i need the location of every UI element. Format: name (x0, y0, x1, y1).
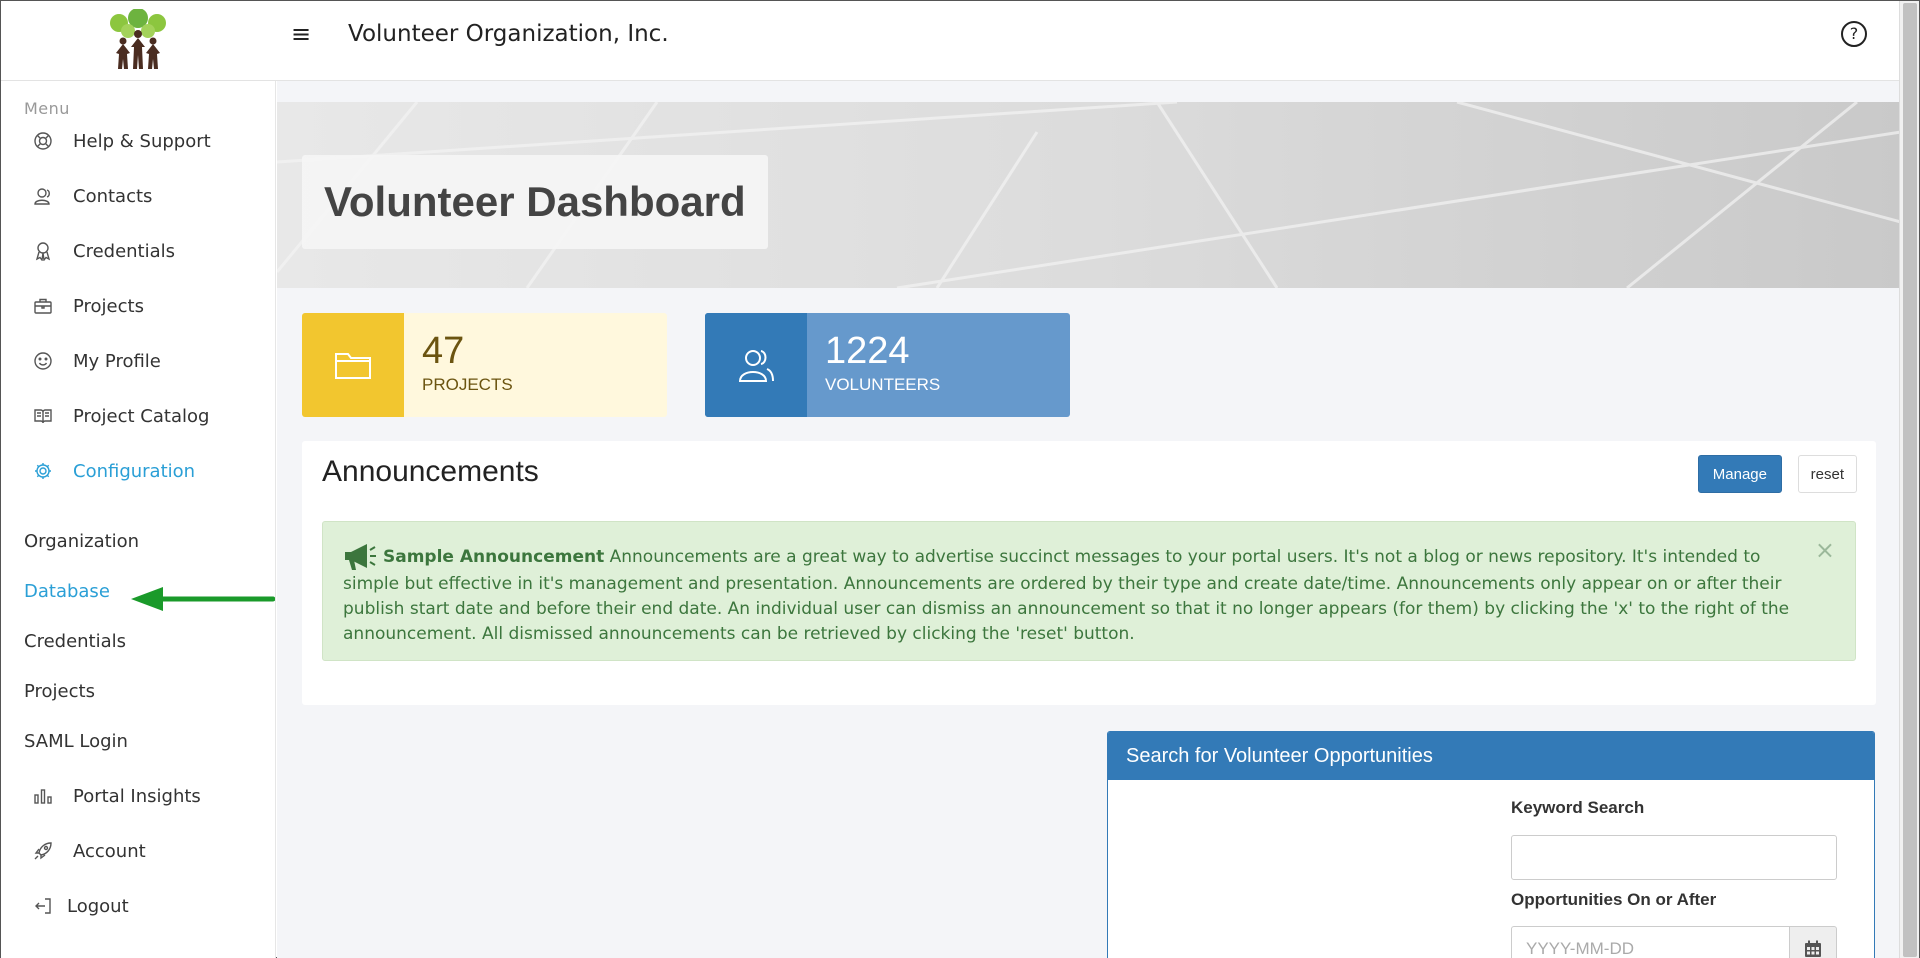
book-icon (31, 404, 55, 428)
main-content: Volunteer Dashboard 47 PROJECTS 1224 VOL… (277, 81, 1901, 958)
sidebar-item-label: Help & Support (73, 130, 211, 152)
menu-label: Menu (24, 99, 70, 118)
page-title: Volunteer Dashboard (324, 178, 746, 225)
sidebar-item-label: Account (73, 840, 146, 862)
sidebar-subitem-credentials[interactable]: Credentials (24, 627, 126, 657)
sidebar-item-label: Logout (67, 895, 129, 917)
megaphone-icon (343, 542, 377, 572)
sidebar-item-label: Project Catalog (73, 405, 210, 427)
sidebar-subitem-projects[interactable]: Projects (24, 677, 95, 707)
announcements-title: Announcements (322, 455, 539, 488)
lifebuoy-icon (31, 129, 55, 153)
sidebar-item-contacts[interactable]: Contacts (31, 179, 152, 213)
sidebar-item-portal-insights[interactable]: Portal Insights (31, 779, 201, 813)
sidebar-subitem-organization[interactable]: Organization (24, 527, 139, 557)
sidebar-item-label: Credentials (73, 240, 176, 262)
search-opportunities-panel: Search for Volunteer Opportunities Keywo… (1107, 731, 1875, 958)
sidebar-item-my-profile[interactable]: My Profile (31, 344, 161, 378)
volunteers-stat-body: 1224 VOLUNTEERS (807, 313, 940, 417)
keyword-search-input[interactable] (1511, 835, 1837, 880)
date-filter-label: Opportunities On or After (1511, 890, 1717, 909)
sidebar-subitem-database[interactable]: Database (24, 577, 110, 607)
calendar-icon[interactable] (1789, 926, 1837, 958)
volunteers-stat-card[interactable]: 1224 VOLUNTEERS (705, 313, 1070, 417)
projects-stat-card[interactable]: 47 PROJECTS (302, 313, 667, 417)
sidebar-item-label: Portal Insights (73, 785, 201, 807)
projects-label: PROJECTS (422, 375, 513, 394)
logout-icon (31, 894, 55, 918)
organization-name: Volunteer Organization, Inc. (348, 21, 669, 47)
sidebar-item-logout[interactable]: Logout (31, 889, 129, 923)
folder-icon (302, 313, 404, 417)
contacts-icon (31, 184, 55, 208)
sidebar-item-label: Contacts (73, 185, 153, 207)
scrollbar-thumb[interactable] (1903, 3, 1917, 957)
sidebar-item-label: Configuration (73, 460, 196, 482)
bar-chart-icon (31, 784, 55, 808)
keyword-search-label: Keyword Search (1511, 798, 1645, 817)
announcements-panel: Announcements Manage reset Sample Announ… (302, 441, 1876, 705)
sidebar-item-configuration[interactable]: Configuration (31, 454, 195, 488)
manage-button[interactable]: Manage (1697, 455, 1782, 493)
sidebar-item-project-catalog[interactable]: Project Catalog (31, 399, 209, 433)
top-bar: ≡ Volunteer Organization, Inc. ? (1, 1, 1901, 81)
sidebar-subitem-saml-login[interactable]: SAML Login (24, 727, 128, 757)
sidebar-item-projects[interactable]: Projects (31, 289, 144, 323)
sidebar-item-account[interactable]: Account (31, 834, 146, 868)
reset-button[interactable]: reset (1797, 455, 1857, 493)
volunteers-label: VOLUNTEERS (825, 375, 941, 394)
help-icon[interactable]: ? (1841, 21, 1867, 47)
hamburger-icon[interactable]: ≡ (291, 19, 315, 49)
sidebar-item-credentials[interactable]: Credentials (31, 234, 175, 268)
green-arrow-annotation (129, 584, 276, 614)
projects-stat-body: 47 PROJECTS (404, 313, 513, 417)
rocket-icon (31, 839, 55, 863)
search-panel-title: Search for Volunteer Opportunities (1108, 732, 1874, 780)
gear-icon (31, 459, 55, 483)
projects-count: 47 (422, 330, 465, 372)
award-icon (31, 239, 55, 263)
sidebar-item-label: My Profile (73, 350, 161, 372)
sidebar-item-help-support[interactable]: Help & Support (31, 124, 211, 158)
date-input[interactable] (1511, 926, 1789, 958)
users-icon (705, 313, 807, 417)
sidebar-item-label: Projects (73, 295, 144, 317)
dashboard-hero: Volunteer Dashboard (277, 102, 1901, 288)
briefcase-icon (31, 294, 55, 318)
smiley-icon (31, 349, 55, 373)
close-icon[interactable]: × (1815, 538, 1835, 563)
page-scrollbar[interactable] (1899, 1, 1919, 958)
volunteers-count: 1224 (825, 330, 910, 372)
organization-logo[interactable] (101, 8, 175, 71)
announcement-title: Sample Announcement (383, 547, 605, 567)
sidebar: Menu Help & Support Contacts Credentials… (1, 81, 276, 958)
page-title-box: Volunteer Dashboard (302, 155, 768, 249)
announcement-alert: Sample Announcement Announcements are a … (322, 521, 1856, 661)
